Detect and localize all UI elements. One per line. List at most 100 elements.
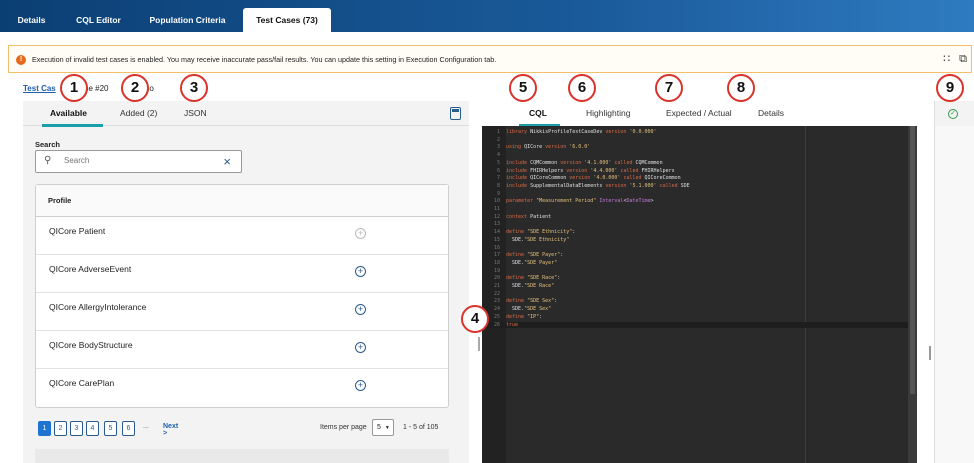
tab-expected-actual[interactable]: Expected / Actual	[666, 108, 732, 118]
code-line[interactable]: 14 define "SDE Ethnicity":	[482, 229, 908, 235]
code-line[interactable]: 16	[482, 245, 908, 251]
tab-json[interactable]: JSON	[184, 108, 207, 118]
page-button-2[interactable]: 2	[54, 421, 67, 436]
page-button-5[interactable]: 5	[104, 421, 117, 436]
add-circle-icon[interactable]: +	[355, 266, 366, 277]
code-text: include FHIRHelpers version '4.4.000' ca…	[506, 167, 675, 174]
table-row: QICore AllergyIntolerance +	[36, 293, 448, 331]
tab-cql[interactable]: CQL	[529, 108, 547, 118]
line-number: 20	[493, 275, 500, 282]
code-line[interactable]: 20 define "SDE Race":	[482, 275, 908, 281]
code-line[interactable]: 2	[482, 137, 908, 143]
code-line[interactable]: 7 include QICoreCommon version '4.0.000' …	[482, 175, 908, 181]
page-button-3[interactable]: 3	[70, 421, 83, 436]
warning-icon: !	[16, 55, 26, 65]
line-number: 17	[493, 252, 500, 259]
code-line[interactable]: 13	[482, 221, 908, 227]
add-circle-icon: +	[355, 228, 366, 239]
tab-added[interactable]: Added (2)	[120, 108, 157, 118]
line-number: 18	[493, 259, 500, 266]
code-line[interactable]: 8 include SupplementalDataElements versio…	[482, 183, 908, 189]
editor-scrollbar[interactable]	[908, 126, 917, 463]
code-line[interactable]: 4	[482, 152, 908, 158]
code-text: define "SDE Race":	[506, 275, 561, 282]
code-line[interactable]: 3 using QICore version '6.0.0'	[482, 144, 908, 150]
line-number: 14	[493, 229, 500, 236]
line-number: 12	[493, 213, 500, 220]
line-number: 7	[496, 175, 500, 182]
code-line[interactable]: 5 include CQMCommon version '4.1.000' cal…	[482, 160, 908, 166]
annotation-badge-9: 9	[936, 74, 964, 102]
copy-icon[interactable]: ⧉	[959, 53, 967, 65]
breadcrumb-test-cases-link[interactable]: Test Cas	[23, 84, 56, 93]
cql-code-editor[interactable]: 1 library NikkisProfileTestCaseDev versio…	[482, 126, 917, 463]
tab-cql-editor[interactable]: CQL Editor	[66, 8, 131, 32]
search-icon: ⚲	[44, 155, 52, 166]
annotation-badge-2: 2	[121, 74, 149, 102]
code-text: define "SDE Payer":	[506, 252, 564, 259]
line-number: 4	[496, 152, 500, 159]
tab-population-criteria[interactable]: Population Criteria	[137, 8, 238, 32]
code-line[interactable]: 10 parameter "Measurement Period" Interva…	[482, 198, 908, 204]
page-button-6[interactable]: 6	[122, 421, 135, 436]
next-page-link[interactable]: Next >	[163, 423, 178, 437]
code-text: SDE."SDE Race"	[512, 283, 555, 289]
profile-column-header: Profile	[36, 185, 448, 217]
tab-details[interactable]: Details	[758, 108, 784, 118]
test-status-header: ✓	[935, 101, 974, 126]
code-line[interactable]: 21 SDE."SDE Race"	[482, 283, 908, 289]
table-row: QICore CarePlan +	[36, 369, 448, 407]
profile-name: QICore Patient	[49, 226, 106, 236]
line-number: 8	[496, 182, 500, 189]
table-row: QICore AdverseEvent +	[36, 255, 448, 293]
line-number: 21	[493, 283, 500, 289]
tab-test-cases[interactable]: Test Cases (73)	[243, 8, 331, 32]
code-text: true	[506, 321, 519, 328]
code-line[interactable]: 9	[482, 191, 908, 197]
clear-search-icon[interactable]: ×	[223, 154, 231, 169]
page-button-4[interactable]: 4	[86, 421, 99, 436]
line-number: 3	[496, 144, 500, 151]
code-line[interactable]: 25 define "IP":	[482, 314, 908, 320]
search-input[interactable]	[64, 156, 214, 165]
code-line[interactable]: 17 define "SDE Payer":	[482, 252, 908, 258]
code-line[interactable]: 22	[482, 291, 908, 297]
code-line[interactable]: 19	[482, 268, 908, 274]
code-text: define "SDE Sex":	[506, 298, 558, 305]
code-line[interactable]: 26 true	[482, 321, 908, 328]
profile-name: QICore BodyStructure	[49, 340, 133, 350]
add-circle-icon[interactable]: +	[355, 304, 366, 315]
add-circle-icon[interactable]: +	[355, 342, 366, 353]
warning-text: Execution of invalid test cases is enabl…	[32, 55, 497, 64]
table-row: QICore Patient +	[36, 217, 448, 255]
code-line[interactable]: 11	[482, 206, 908, 212]
profile-name: QICore CarePlan	[49, 378, 115, 388]
test-status-column: ✓	[934, 101, 974, 463]
line-number: 11	[493, 206, 500, 212]
calculator-icon[interactable]	[450, 107, 461, 120]
annotation-badge-4: 4	[461, 305, 489, 333]
page-button-1[interactable]: 1	[38, 421, 51, 436]
top-navigation: Details CQL Editor Population Criteria T…	[0, 0, 974, 32]
code-text: SDE."SDE Ethnicity"	[512, 236, 570, 243]
code-text: SDE."SDE Sex"	[512, 306, 552, 313]
code-line[interactable]: 15 SDE."SDE Ethnicity"	[482, 237, 908, 243]
panel-footer	[35, 449, 449, 463]
tab-details[interactable]: Details	[4, 8, 59, 32]
code-line[interactable]: 18 SDE."SDE Payer"	[482, 260, 908, 266]
code-line[interactable]: 24 SDE."SDE Sex"	[482, 306, 908, 312]
code-line[interactable]: 23 define "SDE Sex":	[482, 298, 908, 304]
right-resize-handle[interactable]	[922, 101, 932, 463]
items-range: 1 - 5 of 105	[403, 424, 439, 431]
code-line[interactable]: 6 include FHIRHelpers version '4.4.000' c…	[482, 168, 908, 174]
annotation-badge-1: 1	[60, 74, 88, 102]
drag-handle-icon[interactable]: ∷	[943, 53, 950, 65]
tab-highlighting[interactable]: Highlighting	[586, 108, 630, 118]
tab-available[interactable]: Available	[50, 108, 87, 118]
items-per-page-select[interactable]: 5 ▼	[372, 419, 394, 436]
profile-name: QICore AdverseEvent	[49, 264, 132, 274]
elements-tabs: Available Added (2) JSON	[23, 101, 469, 127]
code-line[interactable]: 1 library NikkisProfileTestCaseDev versio…	[482, 129, 908, 135]
add-circle-icon[interactable]: +	[355, 380, 366, 391]
code-line[interactable]: 12 context Patient	[482, 214, 908, 220]
